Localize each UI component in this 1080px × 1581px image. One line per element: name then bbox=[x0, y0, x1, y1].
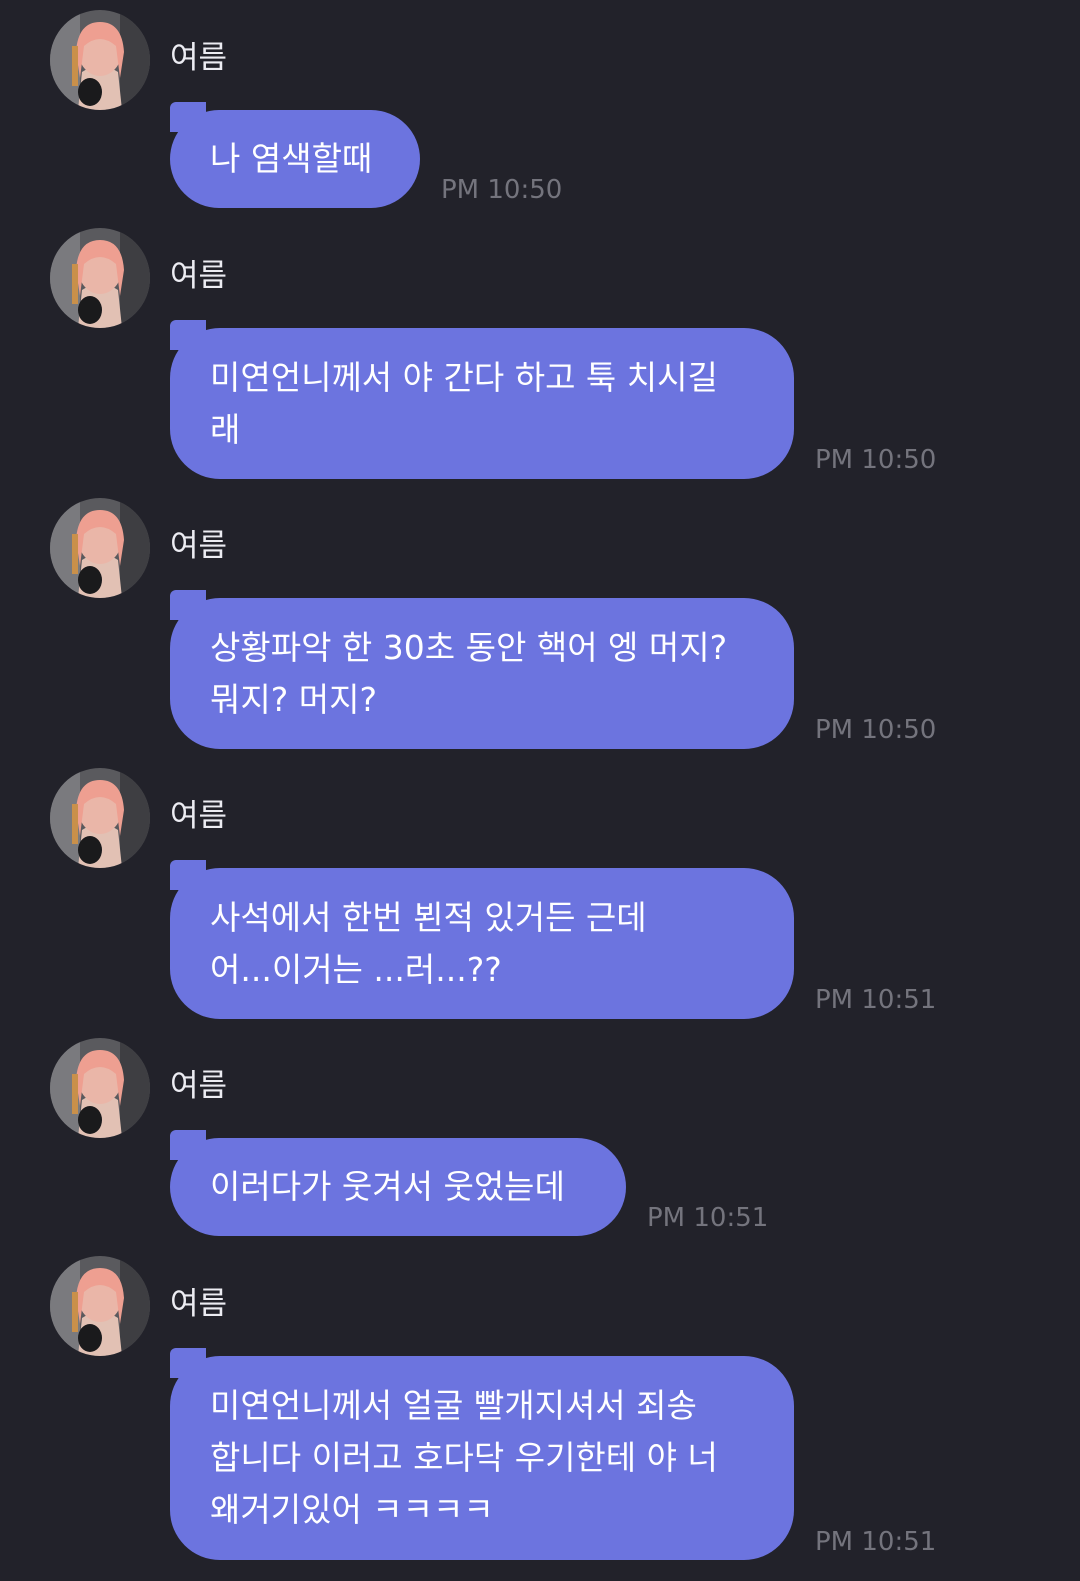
message-bubble[interactable]: 미연언니께서 야 간다 하고 툭 치시길 래 bbox=[170, 320, 794, 479]
sender-name: 여름 bbox=[170, 528, 228, 564]
message-text: 사석에서 한번 뵌적 있거든 근데 어...이거는 ...러...?? bbox=[210, 897, 647, 989]
message-text: 나 염색할때 bbox=[210, 139, 373, 178]
message-time: PM 10:51 bbox=[815, 985, 937, 1015]
profile-photo-icon bbox=[50, 768, 150, 868]
message-time: PM 10:50 bbox=[815, 715, 937, 745]
avatar[interactable] bbox=[50, 228, 150, 328]
avatar[interactable] bbox=[50, 768, 150, 868]
profile-photo-icon bbox=[50, 10, 150, 110]
message-text: 미연언니께서 야 간다 하고 툭 치시길 래 bbox=[210, 357, 718, 449]
message-time: PM 10:50 bbox=[815, 445, 937, 475]
message-text: 이러다가 웃겨서 웃었늗데 bbox=[210, 1167, 565, 1206]
message-time: PM 10:51 bbox=[647, 1203, 769, 1233]
profile-photo-icon bbox=[50, 498, 150, 598]
avatar[interactable] bbox=[50, 10, 150, 110]
avatar[interactable] bbox=[50, 498, 150, 598]
message-bubble[interactable]: 미연언니께서 얼굴 빨개지셔서 죄송 합니다 이러고 호다닥 우기한테 야 너 … bbox=[170, 1348, 794, 1560]
sender-name: 여름 bbox=[170, 798, 228, 834]
sender-name: 여름 bbox=[170, 1286, 228, 1322]
message-bubble[interactable]: 이러다가 웃겨서 웃었늗데 bbox=[170, 1130, 626, 1236]
profile-photo-icon bbox=[50, 1256, 150, 1356]
avatar[interactable] bbox=[50, 1038, 150, 1138]
avatar[interactable] bbox=[50, 1256, 150, 1356]
sender-name: 여름 bbox=[170, 40, 228, 76]
message-time: PM 10:50 bbox=[441, 175, 563, 205]
sender-name: 여름 bbox=[170, 258, 228, 294]
profile-photo-icon bbox=[50, 1038, 150, 1138]
message-bubble[interactable]: 상황파악 한 30초 동안 핵어 엥 머지? 뭐지? 머지? bbox=[170, 590, 794, 749]
profile-photo-icon bbox=[50, 228, 150, 328]
message-time: PM 10:51 bbox=[815, 1527, 937, 1557]
message-text: 미연언니께서 얼굴 빨개지셔서 죄송 합니다 이러고 호다닥 우기한테 야 너 … bbox=[210, 1386, 718, 1529]
message-text: 상황파악 한 30초 동안 핵어 엥 머지? 뭐지? 머지? bbox=[210, 627, 728, 719]
message-bubble[interactable]: 사석에서 한번 뵌적 있거든 근데 어...이거는 ...러...?? bbox=[170, 860, 794, 1019]
sender-name: 여름 bbox=[170, 1068, 228, 1104]
message-bubble[interactable]: 나 염색할때 bbox=[170, 102, 420, 208]
